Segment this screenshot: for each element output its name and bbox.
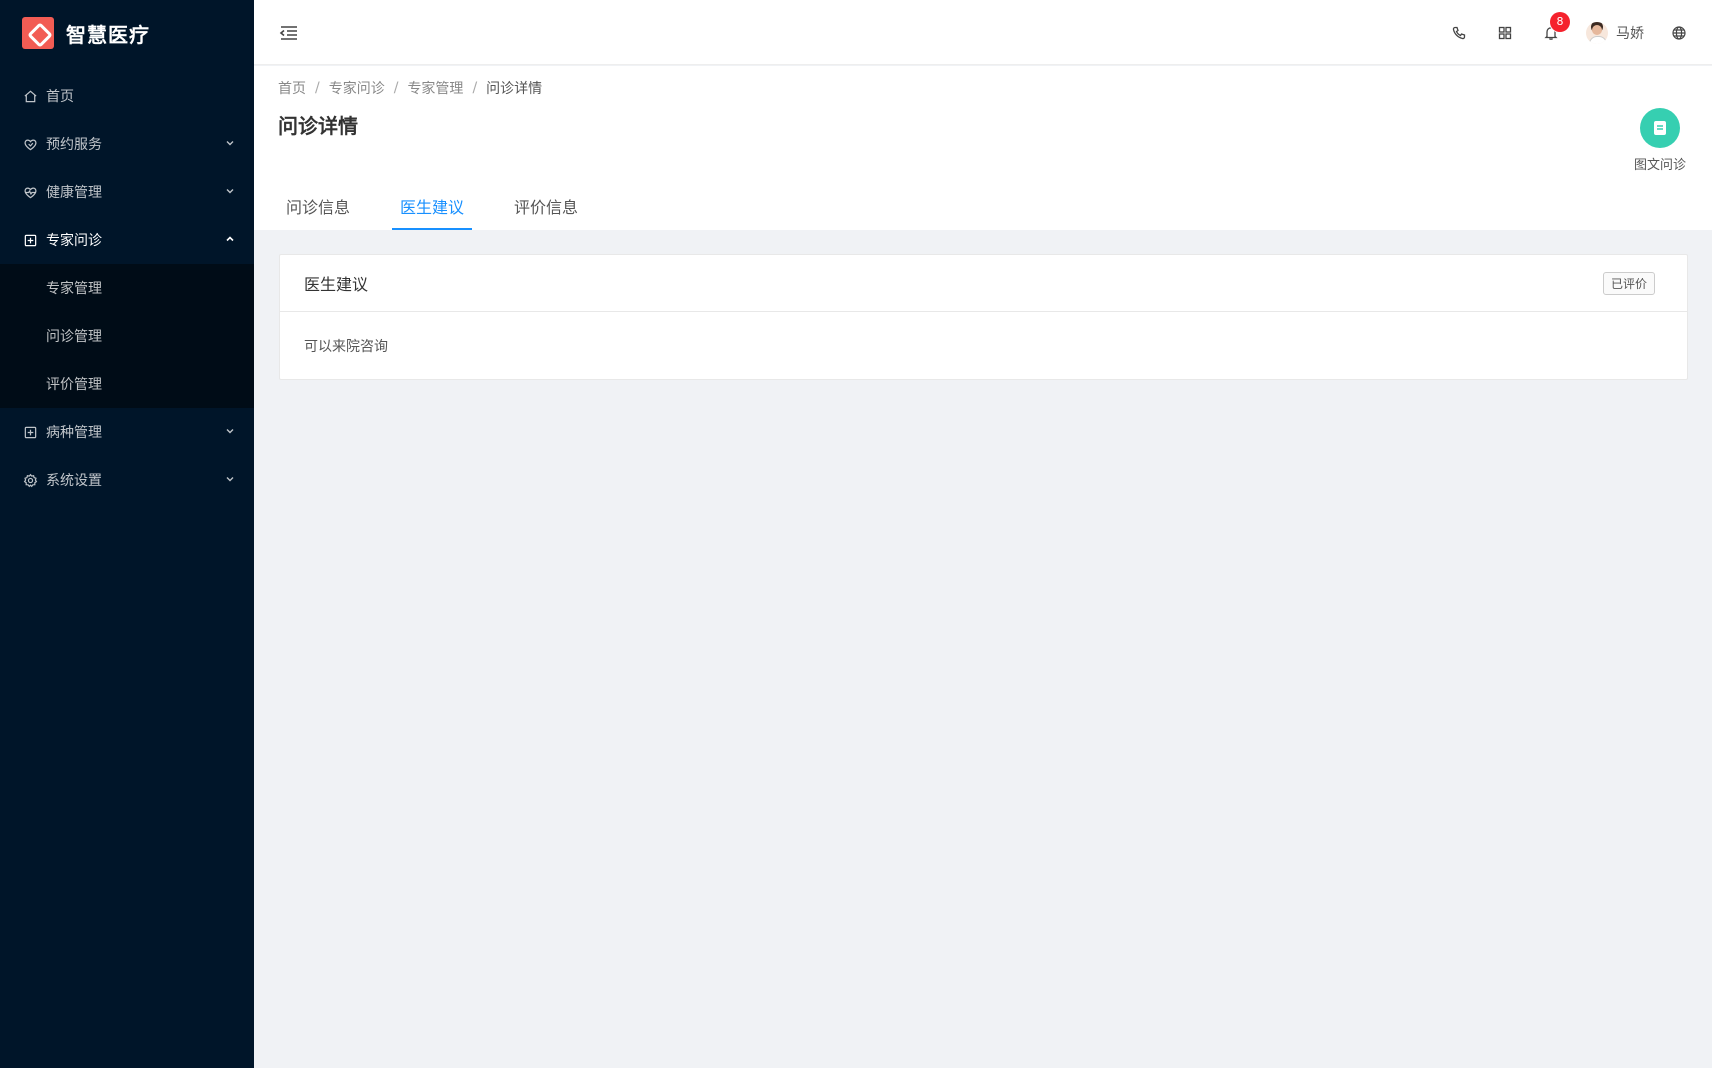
- breadcrumb-separator: /: [393, 80, 399, 96]
- card-title: 医生建议: [304, 275, 369, 294]
- tab-review-info[interactable]: 评价信息: [506, 194, 586, 230]
- apps-grid-icon[interactable]: [1495, 23, 1515, 43]
- document-icon: [1640, 108, 1680, 148]
- sidebar-item-home[interactable]: 首页: [0, 72, 254, 120]
- globe-icon[interactable]: [1669, 23, 1689, 43]
- username: 马娇: [1616, 25, 1644, 42]
- sidebar: 智慧医疗 首页 预约服务 健康管理 专家问诊 专家管理 问诊管理 评价管理 病种…: [0, 0, 254, 1068]
- quick-action-label: 图文问诊: [1633, 158, 1686, 173]
- medical-icon: [22, 232, 38, 248]
- sidebar-item-expert[interactable]: 专家问诊: [0, 216, 254, 264]
- medical-icon: [22, 424, 38, 440]
- sidebar-item-label: 预约服务: [46, 137, 102, 153]
- breadcrumb: 首页 / 专家问诊 / 专家管理 / 问诊详情: [278, 78, 542, 98]
- chevron-down-icon: [226, 429, 234, 434]
- sidebar-item-consult-manage[interactable]: 问诊管理: [0, 312, 254, 360]
- gear-icon: [22, 472, 38, 488]
- sidebar-item-settings[interactable]: 系统设置: [0, 456, 254, 504]
- breadcrumb-separator: /: [315, 80, 320, 96]
- logo[interactable]: 智慧医疗: [0, 0, 254, 66]
- chevron-down-icon: [226, 141, 234, 146]
- status-badge: 已评价: [1602, 271, 1655, 295]
- sidebar-item-label: 问诊管理: [46, 329, 102, 345]
- advice-card: 医生建议 已评价 可以来院咨询: [279, 254, 1688, 380]
- user-menu[interactable]: 马娇: [1586, 21, 1644, 44]
- home-icon: [22, 88, 38, 104]
- menu-fold-icon[interactable]: [278, 22, 300, 44]
- detail-tabs: 问诊信息 医生建议 评价信息: [278, 194, 620, 230]
- sidebar-item-disease[interactable]: 病种管理: [0, 408, 254, 456]
- avatar: [1586, 21, 1608, 44]
- header-actions: 8 马娇: [1436, 0, 1702, 65]
- sidebar-item-label: 健康管理: [46, 185, 102, 201]
- breadcrumb-item-current: 问诊详情: [486, 81, 543, 97]
- breadcrumb-item-home[interactable]: 首页: [278, 78, 306, 98]
- chevron-up-icon: [226, 236, 234, 242]
- phone-icon[interactable]: [1449, 23, 1469, 43]
- sidebar-item-label: 首页: [46, 89, 74, 105]
- heartbeat-icon: [22, 184, 38, 200]
- sidebar-item-expert-manage[interactable]: 专家管理: [0, 264, 254, 312]
- sidebar-item-review-manage[interactable]: 评价管理: [0, 360, 254, 408]
- chevron-down-icon: [226, 477, 234, 482]
- sidebar-item-label: 系统设置: [46, 473, 102, 489]
- sidebar-item-label: 评价管理: [46, 377, 102, 393]
- bell-icon[interactable]: 8: [1541, 11, 1570, 43]
- tab-doctor-advice[interactable]: 医生建议: [392, 194, 473, 230]
- notification-badge: 8: [1550, 11, 1570, 32]
- chevron-down-icon: [226, 189, 234, 194]
- sidebar-item-label: 专家问诊: [46, 233, 102, 249]
- image-text-consult-button[interactable]: 图文问诊: [1628, 108, 1692, 173]
- sidebar-item-appointment[interactable]: 预约服务: [0, 120, 254, 168]
- advice-content: 可以来院咨询: [304, 339, 388, 355]
- submenu-expert: 专家管理 问诊管理 评价管理: [0, 264, 254, 408]
- app-name: 智慧医疗: [66, 22, 150, 47]
- breadcrumb-separator: /: [472, 80, 478, 96]
- breadcrumb-item-expert[interactable]: 专家问诊: [329, 78, 385, 98]
- heart-icon: [22, 136, 38, 152]
- top-header: 8 马娇: [254, 0, 1712, 65]
- sidebar-menu: 首页 预约服务 健康管理 专家问诊 专家管理 问诊管理 评价管理 病种管理 系统…: [0, 72, 254, 504]
- sidebar-item-label: 专家管理: [46, 281, 102, 297]
- page-title: 问诊详情: [278, 114, 358, 138]
- sidebar-item-health[interactable]: 健康管理: [0, 168, 254, 216]
- card-header: 医生建议 已评价: [280, 255, 1687, 312]
- page-header: 首页 / 专家问诊 / 专家管理 / 问诊详情 问诊详情 图文问诊 问诊信息 医…: [254, 66, 1712, 230]
- breadcrumb-item-expert-manage[interactable]: 专家管理: [407, 78, 463, 98]
- sidebar-item-label: 病种管理: [46, 425, 102, 441]
- tab-consult-info[interactable]: 问诊信息: [278, 194, 358, 230]
- logo-icon: [22, 17, 54, 49]
